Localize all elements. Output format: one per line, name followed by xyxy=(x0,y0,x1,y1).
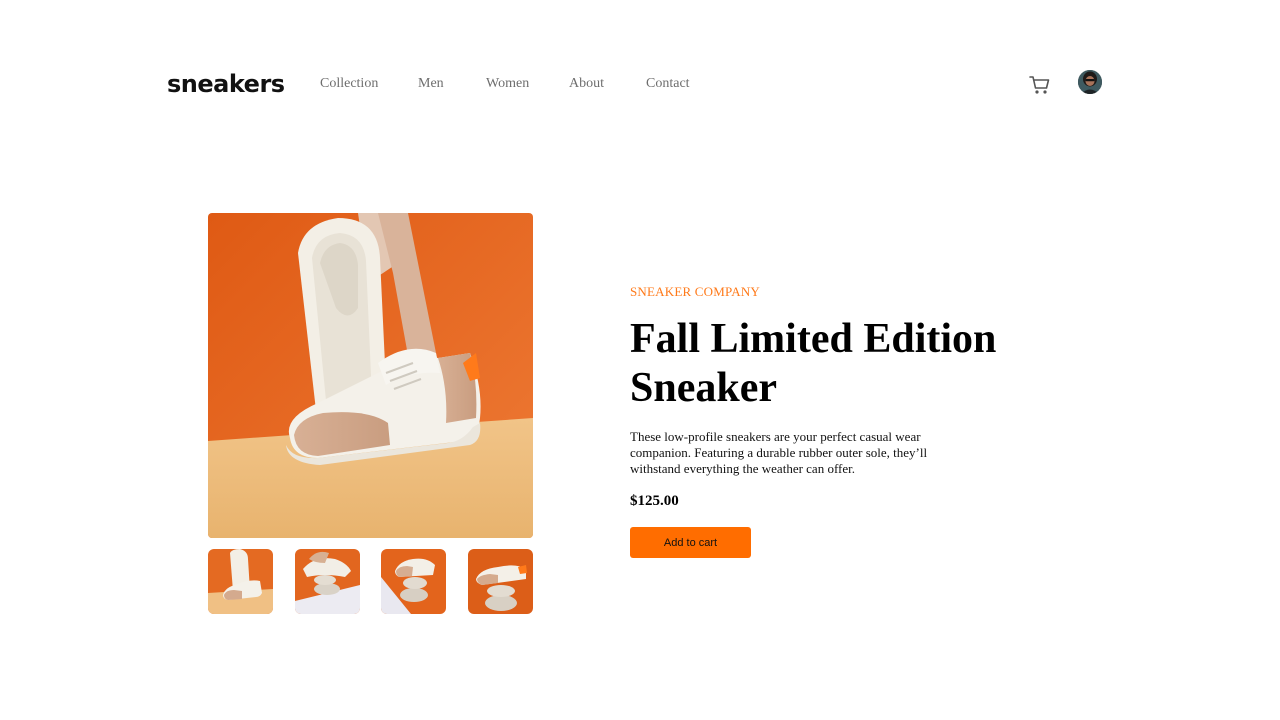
product-description: These low-profile sneakers are your perf… xyxy=(630,429,928,476)
nav-women[interactable]: Women xyxy=(486,74,529,94)
product-title-line-1: Fall Limited Edition xyxy=(630,316,997,362)
cart-icon[interactable] xyxy=(1029,75,1051,95)
nav-collection[interactable]: Collection xyxy=(320,74,378,94)
add-to-cart-button[interactable]: Add to cart xyxy=(630,527,751,558)
company-label: SNEAKER COMPANY xyxy=(630,284,761,299)
product-main-image[interactable] xyxy=(208,213,533,538)
thumbnail-1[interactable] xyxy=(208,549,273,614)
avatar[interactable] xyxy=(1078,70,1102,94)
thumbnail-4[interactable] xyxy=(468,549,533,614)
thumbnail-2[interactable] xyxy=(295,549,360,614)
thumbnail-3[interactable] xyxy=(381,549,446,614)
nav-about[interactable]: About xyxy=(569,74,604,94)
brand-logo[interactable]: sneakers xyxy=(167,68,285,100)
nav-men[interactable]: Men xyxy=(418,74,444,94)
nav-contact[interactable]: Contact xyxy=(646,74,690,94)
product-title-line-2: Sneaker xyxy=(630,365,777,411)
product-price: $125.00 xyxy=(630,493,679,509)
product-title: Fall Limited Edition Sneaker xyxy=(630,315,1030,413)
